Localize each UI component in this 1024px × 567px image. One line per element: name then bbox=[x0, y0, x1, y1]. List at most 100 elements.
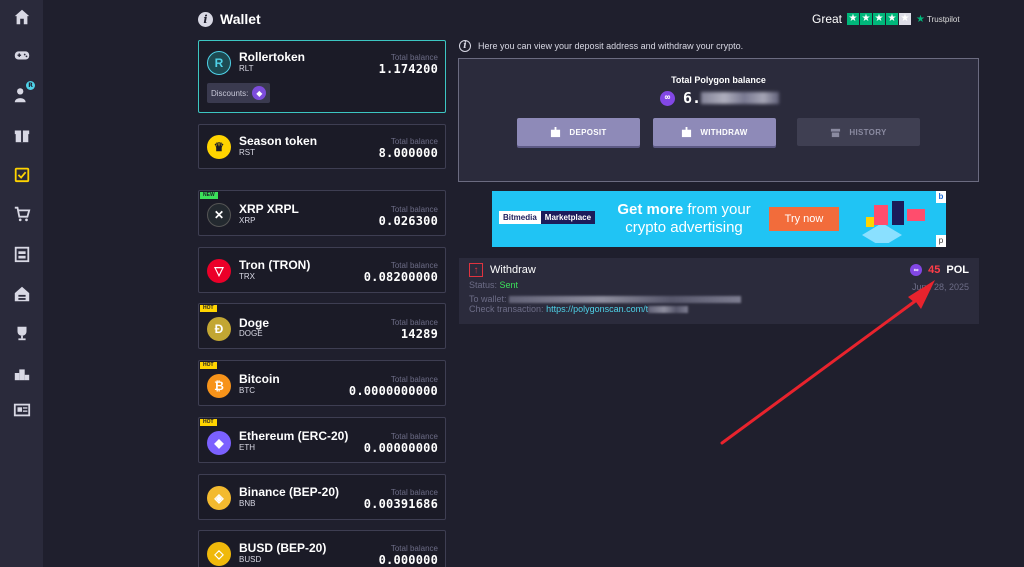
nav-house[interactable] bbox=[11, 284, 33, 304]
token-name: Bitcoin bbox=[239, 372, 280, 386]
token-card-busd[interactable]: ◇ BUSD (BEP-20) BUSD Total balance 0.000… bbox=[198, 530, 446, 567]
token-symbol: ETH bbox=[239, 443, 255, 452]
token-card-doge[interactable]: HOT Ð Doge DOGE Total balance 14289 bbox=[198, 303, 446, 349]
token-card-xrp[interactable]: NEW ✕ XRP XRPL XRP Total balance 0.02630… bbox=[198, 190, 446, 236]
nav-tasks[interactable] bbox=[11, 164, 33, 184]
withdraw-arrow-icon: ↑ bbox=[469, 263, 483, 277]
withdraw-label: WITHDRAW bbox=[700, 127, 748, 137]
ad-try-now-button[interactable]: Try now bbox=[769, 207, 839, 231]
token-card-bnb[interactable]: ◈ Binance (BEP-20) BNB Total balance 0.0… bbox=[198, 474, 446, 520]
trustpilot-brand: Trustpilot bbox=[926, 14, 960, 24]
polygon-balance-value: ∞ 6. bbox=[660, 89, 780, 107]
history-icon bbox=[831, 128, 841, 137]
new-tag: NEW bbox=[200, 192, 218, 199]
star-icon: ★ bbox=[886, 13, 899, 25]
polygon-icon: ∞ bbox=[910, 264, 923, 276]
token-symbol: BUSD bbox=[239, 555, 262, 564]
ad-choices-icon[interactable]: b bbox=[936, 191, 946, 203]
token-name: Tron (TRON) bbox=[239, 258, 311, 272]
gift-icon bbox=[14, 130, 30, 143]
token-balance: 0.000000 bbox=[378, 553, 438, 567]
balance-label: Total balance bbox=[390, 432, 438, 441]
home-icon bbox=[14, 9, 30, 25]
withdraw-button[interactable]: WITHDRAW bbox=[653, 118, 776, 146]
transaction-record: ↑ Withdraw ∞ 45 POL Status: Sent To wall… bbox=[459, 258, 979, 324]
store-icon bbox=[14, 246, 30, 263]
token-symbol: RST bbox=[239, 148, 255, 157]
cart-icon bbox=[14, 206, 31, 222]
rollertoken-icon: R bbox=[207, 51, 231, 75]
balance-label: Total balance bbox=[390, 261, 438, 270]
check-label: Check transaction: bbox=[469, 304, 544, 314]
ad-banner[interactable]: Bitmedia Marketplace Get more from your … bbox=[492, 191, 946, 247]
trophy-icon bbox=[17, 326, 27, 341]
token-symbol: BNB bbox=[239, 499, 256, 508]
trustpilot-logo: ★ Trustpilot bbox=[916, 14, 960, 25]
deposit-label: DEPOSIT bbox=[569, 127, 607, 137]
ethereum-icon: ◆ bbox=[207, 431, 231, 455]
token-name: BUSD (BEP-20) bbox=[239, 541, 327, 555]
ad-illustration bbox=[862, 201, 925, 243]
transaction-amount: ∞ 45 POL bbox=[910, 264, 969, 276]
ad-logo-part1: Bitmedia bbox=[499, 211, 541, 224]
wallet-info-text: Here you can view your deposit address a… bbox=[478, 41, 744, 51]
redacted-value bbox=[701, 92, 780, 104]
nav-market[interactable] bbox=[11, 204, 33, 224]
transaction-date: June 28, 2025 bbox=[911, 282, 969, 292]
ethereum-icon: ◆ bbox=[252, 86, 267, 100]
token-card-eth[interactable]: HOT ◆ Ethereum (ERC-20) ETH Total balanc… bbox=[198, 417, 446, 463]
discounts-badge[interactable]: Discounts: ◆ bbox=[207, 83, 271, 103]
nav-home[interactable] bbox=[11, 7, 33, 27]
house-icon bbox=[14, 286, 30, 302]
trustpilot-widget[interactable]: Great ★ ★ ★ ★ ★ ★ Trustpilot bbox=[812, 12, 960, 26]
page-title: Wallet bbox=[220, 11, 261, 27]
gamepad-icon bbox=[14, 51, 30, 60]
token-card-trx[interactable]: ▽ Tron (TRON) TRX Total balance 0.082000… bbox=[198, 247, 446, 293]
token-balance: 8.000000 bbox=[378, 146, 438, 160]
wallet-header: i Wallet bbox=[198, 11, 261, 27]
redacted-link bbox=[648, 306, 689, 314]
transaction-wallet: To wallet: bbox=[469, 294, 742, 304]
podium-icon bbox=[14, 369, 30, 381]
nav-leaderboard[interactable] bbox=[11, 323, 33, 343]
token-balance: 0.08200000 bbox=[363, 270, 438, 284]
token-name: Doge bbox=[239, 316, 269, 330]
ad-headline: Get more from your crypto advertising bbox=[610, 201, 758, 237]
nav-gifts[interactable] bbox=[11, 125, 33, 145]
redacted-wallet bbox=[509, 296, 742, 304]
sidebar-nav: R bbox=[0, 0, 43, 567]
tasks-icon bbox=[14, 167, 30, 183]
token-card-btc[interactable]: HOT ₿ Bitcoin BTC Total balance 0.000000… bbox=[198, 360, 446, 406]
ad-provider-icon[interactable]: p bbox=[936, 235, 946, 247]
token-symbol: BTC bbox=[239, 386, 255, 395]
star-icon: ★ bbox=[860, 13, 873, 25]
token-name: Binance (BEP-20) bbox=[239, 485, 340, 499]
token-balance: 14289 bbox=[400, 327, 438, 341]
ad-logo: Bitmedia Marketplace bbox=[499, 211, 596, 224]
nav-store[interactable] bbox=[11, 244, 33, 264]
info-icon: i bbox=[459, 40, 471, 52]
trustpilot-stars: ★ ★ ★ ★ ★ bbox=[847, 13, 912, 25]
nav-news[interactable] bbox=[11, 400, 33, 420]
token-symbol: XRP bbox=[239, 216, 256, 225]
token-card-rlt[interactable]: R Rollertoken RLT Total balance 1.174200… bbox=[198, 40, 446, 113]
token-name: Rollertoken bbox=[239, 50, 306, 64]
balance-label: Total balance bbox=[390, 53, 438, 62]
token-symbol: RLT bbox=[239, 64, 254, 73]
polygon-balance-panel: Total Polygon balance ∞ 6. DEPOSIT WITHD… bbox=[458, 58, 979, 182]
nav-games[interactable] bbox=[11, 45, 33, 65]
nav-earn[interactable]: R bbox=[11, 81, 35, 105]
polygonscan-link[interactable]: https://polygonscan.com/t bbox=[546, 304, 648, 314]
trustpilot-star-icon: ★ bbox=[916, 13, 925, 25]
history-button[interactable]: HISTORY bbox=[797, 118, 920, 146]
hot-tag: HOT bbox=[200, 419, 217, 426]
tron-icon: ▽ bbox=[207, 259, 231, 283]
history-label: HISTORY bbox=[849, 127, 887, 137]
nav-rank[interactable] bbox=[11, 363, 33, 383]
token-card-rst[interactable]: ♛ Season token RST Total balance 8.00000… bbox=[198, 124, 446, 169]
deposit-button[interactable]: DEPOSIT bbox=[517, 118, 640, 146]
ad-headline-line2: crypto advertising bbox=[625, 219, 743, 236]
hot-tag: HOT bbox=[200, 305, 217, 312]
amount-value: 45 bbox=[928, 264, 941, 276]
info-icon[interactable]: i bbox=[198, 11, 213, 27]
